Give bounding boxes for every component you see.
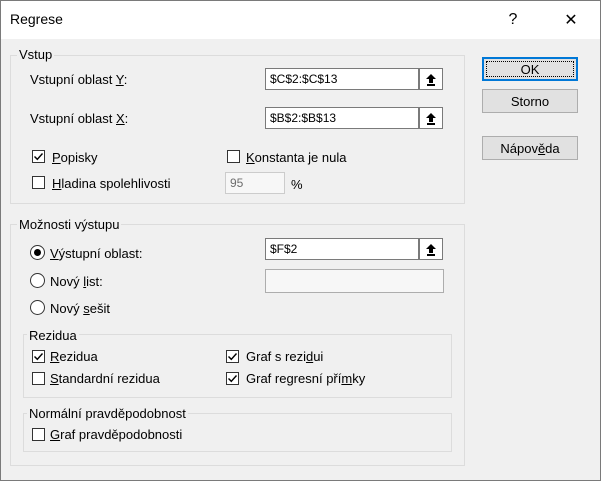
help-button[interactable]: Nápověda <box>482 136 578 160</box>
input-x-label: Vstupní oblast X: <box>30 111 129 126</box>
output-range-label: Výstupní oblast: <box>50 246 143 261</box>
checkmark-icon <box>34 153 44 161</box>
checkmark-icon <box>228 375 238 383</box>
output-range-field[interactable]: $F$2 <box>265 238 419 260</box>
title-bar: Regrese ? ✕ <box>1 1 600 39</box>
standardized-residuals-checkbox[interactable] <box>32 372 45 385</box>
normal-probability-legend: Normální pravděpodobnost <box>27 406 188 421</box>
confidence-level-checkbox[interactable] <box>32 176 45 189</box>
input-x-range-field[interactable]: $B$2:$B$13 <box>265 107 419 129</box>
confidence-level-label: Hladina spolehlivosti <box>52 176 171 191</box>
focus-rectangle <box>486 61 574 77</box>
ok-button[interactable]: OK <box>482 57 578 81</box>
new-sheet-field[interactable] <box>265 269 444 293</box>
labels-label: Popisky <box>52 150 98 165</box>
checkmark-icon <box>34 353 44 361</box>
checkmark-icon <box>228 353 238 361</box>
help-icon: ? <box>508 11 518 28</box>
input-y-range-field[interactable]: $C$2:$C$13 <box>265 68 419 90</box>
new-workbook-radio[interactable] <box>30 300 45 315</box>
new-sheet-label: Nový list: <box>50 274 103 289</box>
cancel-button[interactable]: Storno <box>482 89 578 113</box>
residuals-group <box>23 334 452 398</box>
percent-label: % <box>291 177 303 192</box>
line-fit-plot-label: Graf regresní přímky <box>246 371 366 386</box>
constant-zero-label: Konstanta je nula <box>246 150 347 165</box>
collapse-arrow-icon <box>426 73 436 86</box>
help-title-button[interactable]: ? <box>490 1 536 39</box>
residual-plot-checkbox[interactable] <box>226 350 239 363</box>
collapse-arrow-icon <box>426 243 436 256</box>
dialog-title: Regrese <box>10 11 63 27</box>
residuals-group-legend: Rezidua <box>27 328 79 343</box>
regression-dialog: Regrese ? ✕ Vstup Vstupní oblast Y: $C$2… <box>0 0 601 481</box>
close-icon: ✕ <box>564 12 578 29</box>
output-range-radio[interactable] <box>30 245 45 260</box>
probability-plot-label: Graf pravděpodobnosti <box>50 427 183 442</box>
input-y-label: Vstupní oblast Y: <box>30 72 128 87</box>
new-workbook-label: Nový sešit <box>50 301 110 316</box>
input-y-collapse-button[interactable] <box>419 68 443 90</box>
output-group-legend: Možnosti výstupu <box>17 217 122 232</box>
radio-selected-dot <box>34 249 41 256</box>
close-button[interactable]: ✕ <box>548 1 594 39</box>
constant-zero-checkbox[interactable] <box>227 150 240 163</box>
labels-checkbox[interactable] <box>32 150 45 163</box>
input-group-legend: Vstup <box>17 47 55 62</box>
probability-plot-checkbox[interactable] <box>32 428 45 441</box>
residuals-checkbox[interactable] <box>32 350 45 363</box>
input-x-collapse-button[interactable] <box>419 107 443 129</box>
standardized-residuals-label: Standardní rezidua <box>50 371 160 386</box>
residuals-label: Rezidua <box>50 349 98 364</box>
line-fit-plot-checkbox[interactable] <box>226 372 239 385</box>
confidence-level-field[interactable]: 95 <box>225 172 285 194</box>
collapse-arrow-icon <box>426 112 436 125</box>
new-sheet-radio[interactable] <box>30 273 45 288</box>
cancel-button-label: Storno <box>510 93 550 109</box>
output-range-collapse-button[interactable] <box>419 238 443 260</box>
help-button-label: Nápověda <box>500 140 560 156</box>
residual-plot-label: Graf s rezidui <box>246 349 324 364</box>
